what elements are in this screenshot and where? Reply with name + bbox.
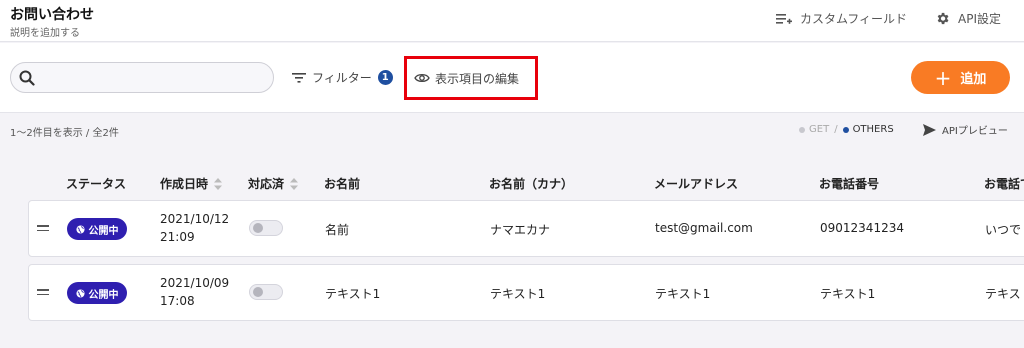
api-preview-label: APIプレビュー (942, 126, 1008, 137)
search-input[interactable] (41, 70, 261, 85)
column-header-created[interactable]: 作成日時 (160, 175, 223, 192)
filter-button[interactable]: フィルター 1 (292, 69, 393, 86)
column-header-handled[interactable]: 対応済 (248, 175, 299, 192)
handled-toggle[interactable] (249, 284, 283, 300)
toolbar: フィルター 1 表示項目の編集 + 追加 (0, 43, 1024, 113)
kana-cell: テキスト1 (490, 287, 546, 301)
column-label: メールアドレス (654, 177, 739, 191)
filter-icon (292, 72, 306, 83)
search-box[interactable] (10, 62, 274, 93)
eye-icon (414, 73, 430, 83)
sort-icon[interactable] (214, 177, 223, 190)
created-date: 2021/10/09 (160, 276, 230, 290)
search-icon (19, 70, 35, 86)
page-title: お問い合わせ (10, 7, 94, 23)
column-header-email: メールアドレス (654, 175, 738, 192)
page-description[interactable]: 説明を追加する (10, 24, 80, 39)
column-label: お名前（カナ） (489, 177, 574, 191)
created-time: 17:08 (160, 294, 195, 308)
add-label: 追加 (960, 72, 987, 87)
phone-time-cell: テキス (985, 287, 1021, 301)
column-header-name: お名前 (324, 175, 360, 192)
globe-icon (75, 288, 85, 298)
toggle-knob (253, 287, 263, 297)
filter-label: フィルター (312, 71, 372, 85)
get-dot-icon (799, 126, 805, 133)
method-separator: / (834, 124, 838, 135)
created-date: 2021/10/12 (160, 212, 230, 226)
send-icon (923, 123, 936, 136)
filter-count-badge: 1 (377, 70, 393, 85)
method-others-option[interactable]: OTHERS (842, 124, 894, 135)
drag-handle-icon[interactable] (37, 289, 49, 298)
status-badge: 公開中 (67, 218, 127, 240)
page-header: お問い合わせ 説明を追加する カスタムフィールド API設定 (0, 0, 1024, 42)
phone-time-cell: いつで (985, 223, 1022, 237)
list-add-icon (776, 13, 792, 24)
custom-field-button[interactable]: カスタムフィールド (776, 10, 907, 27)
api-settings-label: API設定 (958, 12, 1001, 26)
gear-icon (937, 12, 949, 25)
edit-columns-label: 表示項目の編集 (435, 71, 520, 86)
created-time: 21:09 (160, 230, 195, 244)
column-header-phone-time: お電話で (984, 175, 1024, 192)
email-cell: test@gmail.com (655, 221, 753, 235)
method-get-option[interactable]: GET (799, 124, 829, 135)
api-settings-button[interactable]: API設定 (935, 10, 1001, 27)
column-header-status: ステータス (66, 175, 126, 192)
column-label: 作成日時 (160, 177, 209, 191)
phone-cell: 09012341234 (820, 221, 904, 235)
column-header-phone: お電話番号 (819, 175, 879, 192)
globe-icon (75, 224, 85, 234)
method-toggle: GET / OTHERS (799, 124, 894, 135)
table-row[interactable]: 公開中 2021/10/09 17:08 テキスト1 テキスト1 テキスト1 テ… (28, 264, 1024, 321)
drag-handle-icon[interactable] (37, 225, 49, 234)
column-label: お電話で (984, 177, 1024, 191)
status-label: 公開中 (88, 289, 119, 301)
column-label: ステータス (66, 177, 127, 191)
phone-cell: テキスト1 (820, 287, 876, 301)
add-button[interactable]: + 追加 (911, 61, 1010, 94)
custom-field-label: カスタムフィールド (800, 12, 908, 26)
sort-icon[interactable] (290, 177, 299, 190)
plus-icon: + (934, 65, 952, 90)
edit-columns-button[interactable]: 表示項目の編集 (404, 56, 538, 100)
column-label: お名前 (324, 177, 361, 191)
api-preview-button[interactable]: APIプレビュー (923, 122, 1008, 137)
result-count: 1〜2件目を表示 / 全2件 (10, 128, 119, 139)
created-date-cell: 2021/10/09 17:08 (160, 274, 229, 310)
method-get-label: GET (809, 124, 830, 135)
status-badge: 公開中 (67, 282, 127, 304)
column-header-kana: お名前（カナ） (489, 175, 573, 192)
kana-cell: ナマエカナ (490, 223, 551, 237)
method-others-label: OTHERS (852, 124, 894, 135)
name-cell: テキスト1 (325, 287, 381, 301)
table-row[interactable]: 公開中 2021/10/12 21:09 名前 ナマエカナ test@gmail… (28, 200, 1024, 257)
column-label: お電話番号 (819, 177, 880, 191)
email-cell: テキスト1 (655, 287, 711, 301)
created-date-cell: 2021/10/12 21:09 (160, 210, 229, 246)
toggle-knob (253, 223, 263, 233)
others-dot-icon (842, 126, 849, 133)
name-cell: 名前 (325, 223, 350, 237)
status-label: 公開中 (88, 225, 119, 237)
column-label: 対応済 (248, 177, 285, 191)
handled-toggle[interactable] (249, 220, 283, 236)
